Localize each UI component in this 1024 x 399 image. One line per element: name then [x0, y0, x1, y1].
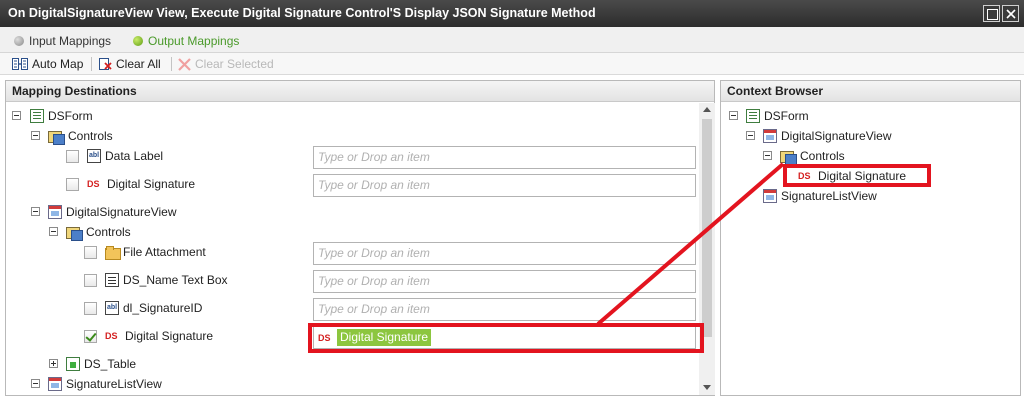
drag-connector-line — [596, 162, 785, 326]
